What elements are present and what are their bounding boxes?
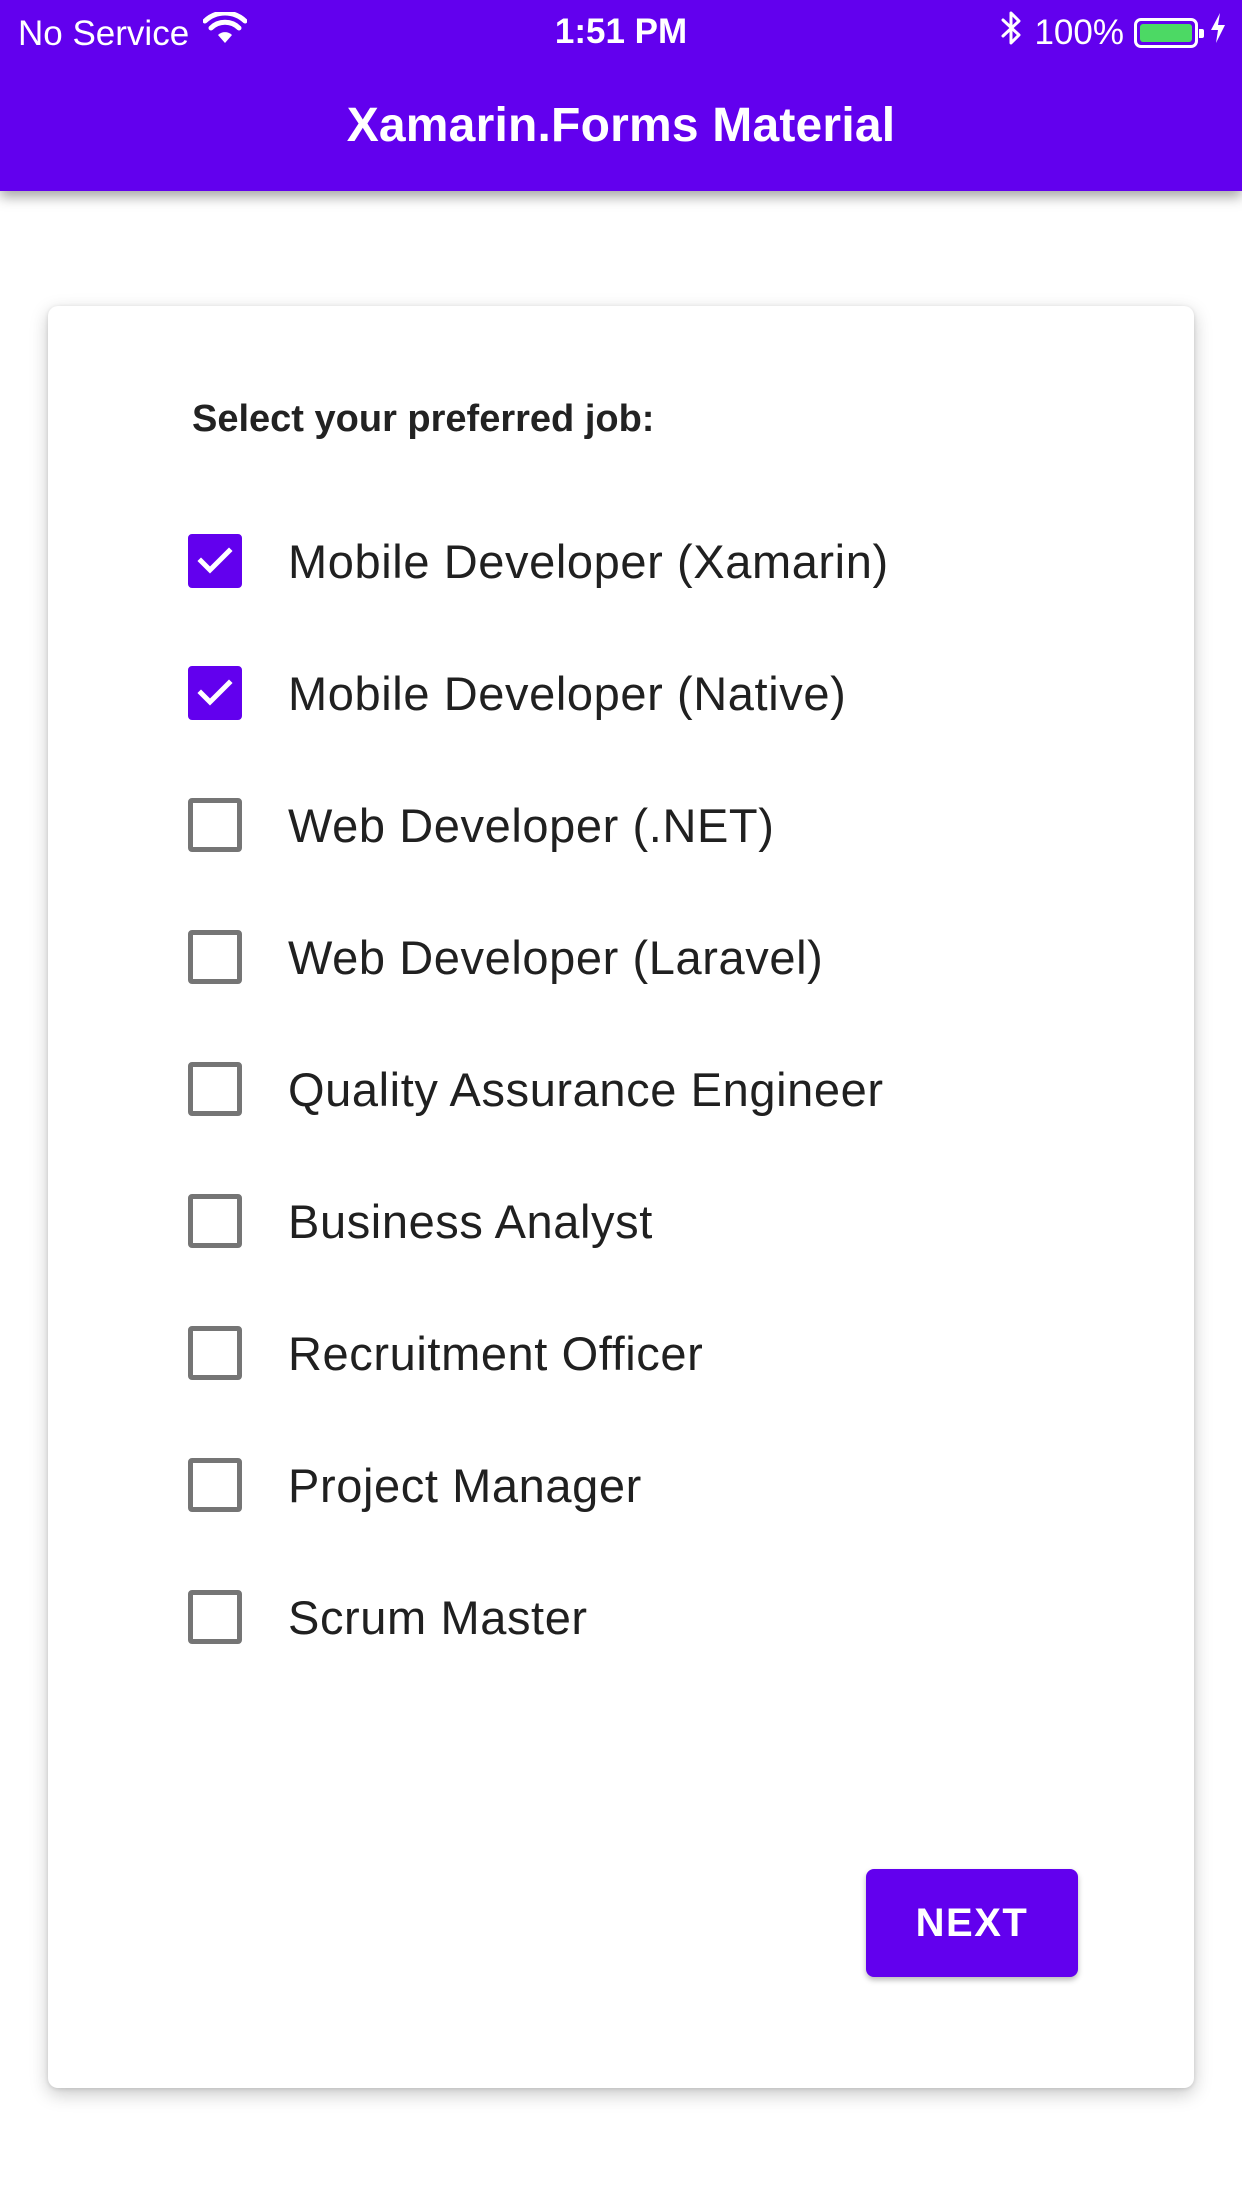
checkbox-unchecked[interactable] xyxy=(188,1590,242,1644)
checkbox-unchecked[interactable] xyxy=(188,1458,242,1512)
option-label: Web Developer (Laravel) xyxy=(288,930,824,984)
job-selection-card: Select your preferred job: Mobile Develo… xyxy=(48,306,1194,2088)
option-mobile-developer-xamarin[interactable]: Mobile Developer (Xamarin) xyxy=(188,526,889,596)
checkbox-unchecked[interactable] xyxy=(188,1194,242,1248)
checkmark-icon xyxy=(197,679,233,706)
battery-icon xyxy=(1134,17,1204,48)
option-project-manager[interactable]: Project Manager xyxy=(188,1450,642,1520)
checkbox-checked[interactable] xyxy=(188,534,242,588)
option-web-developer-dotnet[interactable]: Web Developer (.NET) xyxy=(188,790,775,860)
battery-percent: 100% xyxy=(1034,12,1124,52)
next-button[interactable]: NEXT xyxy=(866,1869,1078,1977)
app-header: No Service 1:51 PM 100% Xamarin.Forms Ma… xyxy=(0,0,1242,191)
form-prompt: Select your preferred job: xyxy=(192,398,655,440)
page-title: Xamarin.Forms Material xyxy=(346,99,896,152)
checkbox-unchecked[interactable] xyxy=(188,1062,242,1116)
option-recruitment-officer[interactable]: Recruitment Officer xyxy=(188,1318,703,1388)
option-mobile-developer-native[interactable]: Mobile Developer (Native) xyxy=(188,658,846,728)
option-quality-assurance-engineer[interactable]: Quality Assurance Engineer xyxy=(188,1054,884,1124)
option-label: Business Analyst xyxy=(288,1194,653,1248)
checkbox-unchecked[interactable] xyxy=(188,1326,242,1380)
option-label: Quality Assurance Engineer xyxy=(288,1062,884,1116)
option-label: Mobile Developer (Xamarin) xyxy=(288,534,889,588)
option-label: Project Manager xyxy=(288,1458,642,1512)
option-label: Recruitment Officer xyxy=(288,1326,704,1380)
checkbox-checked[interactable] xyxy=(188,666,242,720)
status-bar: No Service 1:51 PM 100% xyxy=(0,0,1242,60)
option-scrum-master[interactable]: Scrum Master xyxy=(188,1582,588,1652)
option-web-developer-laravel[interactable]: Web Developer (Laravel) xyxy=(188,922,823,992)
option-label: Scrum Master xyxy=(288,1590,588,1644)
charging-bolt-icon xyxy=(1208,11,1228,54)
checkbox-unchecked[interactable] xyxy=(188,930,242,984)
checkmark-icon xyxy=(197,547,233,574)
option-label: Mobile Developer (Native) xyxy=(288,666,847,720)
option-label: Web Developer (.NET) xyxy=(288,798,775,852)
option-business-analyst[interactable]: Business Analyst xyxy=(188,1186,653,1256)
checkbox-unchecked[interactable] xyxy=(188,798,242,852)
bluetooth-icon xyxy=(1000,10,1024,55)
